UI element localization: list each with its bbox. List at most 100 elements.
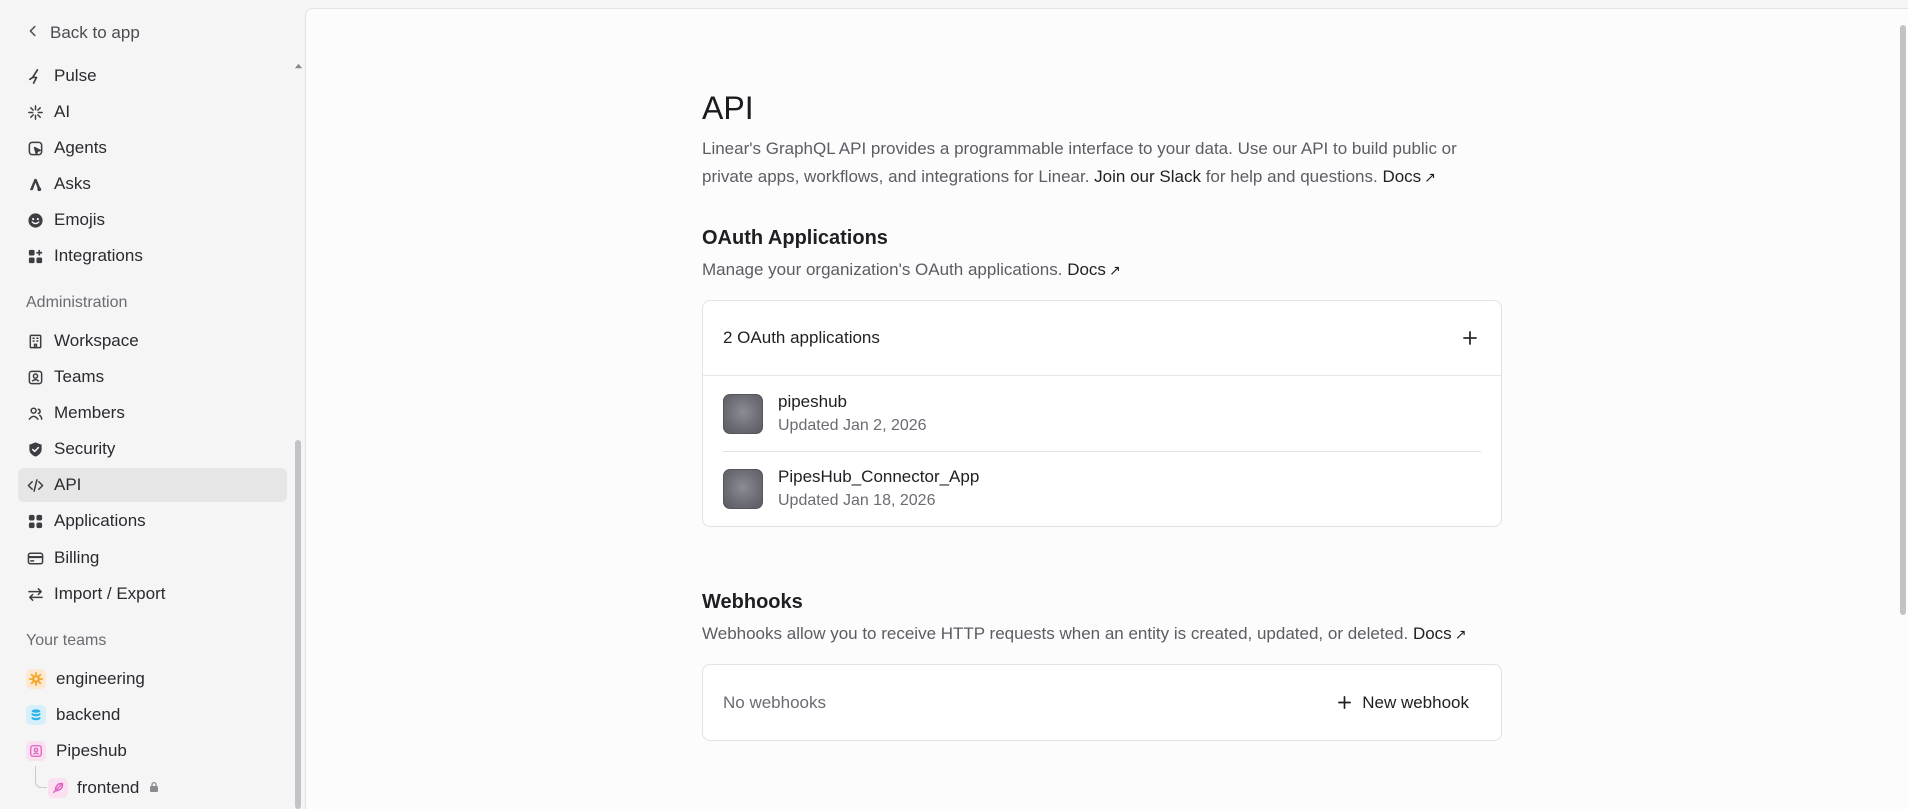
webhooks-card: No webhooks New webhook [702, 664, 1502, 741]
sidebar-item-label: Teams [54, 367, 105, 386]
team-label: engineering [56, 669, 145, 688]
team-item-pipeshub[interactable]: Pipeshub [18, 734, 287, 768]
oauth-apps-header: 2 OAuth applications [703, 301, 1501, 376]
add-oauth-app-button[interactable] [1459, 327, 1481, 349]
webhooks-description: Webhooks allow you to receive HTTP reque… [702, 624, 1467, 643]
webhooks-title: Webhooks [702, 591, 803, 613]
sidebar-item-import-export[interactable]: Import / Export [18, 577, 287, 611]
sidebar-item-label: AI [54, 102, 71, 121]
new-webhook-button[interactable]: New webhook [1325, 687, 1481, 719]
administration-heading: Administration [26, 294, 128, 311]
sidebar-item-label: Pulse [54, 66, 97, 85]
external-arrow-icon: ↗ [1108, 262, 1121, 278]
oauth-app-row[interactable]: PipesHub_Connector_App Updated Jan 18, 2… [723, 451, 1481, 526]
sidebar-item-billing[interactable]: Billing [18, 541, 287, 575]
sidebar-item-label: Members [54, 403, 125, 422]
sidebar-item-label: Security [54, 439, 116, 458]
settings-sidebar: Back to app Pulse AI Agents Asks Emojis … [0, 0, 305, 809]
sidebar-item-api[interactable]: API [18, 468, 287, 502]
oauth-title: OAuth Applications [702, 227, 888, 249]
emoji-icon [26, 211, 44, 229]
members-icon [26, 404, 44, 422]
docs-link[interactable]: Docs ↗ [1382, 167, 1435, 186]
app-updated: Updated Jan 2, 2026 [778, 416, 927, 434]
card-icon [26, 549, 44, 567]
oauth-apps-count: 2 OAuth applications [723, 328, 880, 347]
lock-icon [148, 778, 160, 798]
team-item-backend[interactable]: backend [18, 698, 287, 732]
external-arrow-icon: ↗ [1454, 626, 1467, 642]
code-icon [26, 476, 44, 494]
pulse-icon [26, 67, 44, 85]
chevron-left-icon [26, 23, 40, 43]
plus-icon [1338, 696, 1352, 709]
sidebar-item-applications[interactable]: Applications [18, 504, 287, 538]
shield-icon [26, 440, 44, 458]
your-teams-heading: Your teams [26, 632, 107, 649]
external-arrow-icon: ↗ [1424, 169, 1436, 185]
sidebar-item-label: Asks [54, 174, 91, 193]
sidebar-item-emojis[interactable]: Emojis [18, 203, 287, 237]
team-label: backend [56, 705, 121, 724]
building-icon [26, 332, 44, 350]
page-title: API [702, 90, 754, 126]
feather-icon [48, 778, 68, 798]
sidebar-item-agents[interactable]: Agents [18, 131, 287, 165]
oauth-section: OAuth Applications Manage your organizat… [702, 225, 1502, 527]
plus-icon [1463, 331, 1477, 345]
applications-icon [26, 512, 44, 530]
sidebar-item-workspace[interactable]: Workspace [18, 324, 287, 358]
page-description: Linear's GraphQL API provides a programm… [702, 135, 1502, 191]
team-item-frontend[interactable]: frontend [48, 771, 160, 805]
app-avatar [723, 393, 763, 434]
sidebar-item-ai[interactable]: AI [18, 95, 287, 129]
oauth-apps-card: 2 OAuth applications pipeshub Updated Ja… [702, 300, 1502, 527]
team-label: Pipeshub [56, 741, 127, 760]
team-label: frontend [77, 778, 140, 797]
team-item-engineering[interactable]: engineering [18, 662, 287, 696]
team-icon [26, 741, 46, 761]
sidebar-item-teams[interactable]: Teams [18, 360, 287, 394]
teams-icon [26, 368, 44, 386]
sidebar-item-security[interactable]: Security [18, 432, 287, 466]
oauth-docs-link[interactable]: Docs ↗ [1067, 260, 1120, 279]
oauth-app-row[interactable]: pipeshub Updated Jan 2, 2026 [723, 376, 1481, 451]
sidebar-item-label: Billing [54, 548, 100, 567]
gear-icon [26, 669, 46, 689]
join-slack-link[interactable]: Join our Slack [1094, 167, 1201, 186]
app-name: PipesHub_Connector_App [778, 467, 980, 486]
app-updated: Updated Jan 18, 2026 [778, 492, 936, 509]
back-to-app-link[interactable]: Back to app [26, 20, 140, 46]
sidebar-scrollbar[interactable] [295, 440, 301, 809]
sidebar-item-label: Emojis [54, 210, 106, 229]
sidebar-item-label: Workspace [54, 331, 139, 350]
main-content: API Linear's GraphQL API provides a prog… [305, 8, 1908, 809]
sidebar-item-label: Applications [54, 511, 146, 530]
api-settings-page: API Linear's GraphQL API provides a prog… [702, 89, 1502, 741]
database-icon [26, 705, 46, 725]
arrows-icon [26, 585, 44, 603]
sidebar-item-asks[interactable]: Asks [18, 167, 287, 201]
sparkle-icon [26, 103, 44, 121]
no-webhooks-label: No webhooks [723, 692, 827, 712]
back-to-app-label: Back to app [50, 23, 140, 42]
app-avatar [723, 469, 763, 509]
sidebar-item-members[interactable]: Members [18, 396, 287, 430]
webhooks-section: Webhooks Webhooks allow you to receive H… [702, 589, 1502, 741]
integrations-icon [26, 247, 44, 265]
sidebar-item-label: API [54, 475, 82, 494]
sidebar-item-label: Agents [54, 138, 107, 157]
tree-connector [35, 766, 47, 788]
sidebar-item-label: Import / Export [54, 584, 166, 603]
asks-icon [26, 175, 44, 193]
agents-icon [26, 139, 44, 157]
webhooks-docs-link[interactable]: Docs ↗ [1413, 624, 1466, 643]
app-name: pipeshub [778, 391, 848, 411]
app-window: Back to app Pulse AI Agents Asks Emojis … [0, 0, 1908, 809]
sidebar-item-label: Integrations [54, 246, 143, 265]
main-scrollbar[interactable] [1900, 25, 1906, 615]
sidebar-item-pulse[interactable]: Pulse [18, 59, 287, 93]
scroll-up-arrow-icon[interactable] [293, 60, 303, 70]
sidebar-item-integrations[interactable]: Integrations [18, 239, 287, 273]
oauth-description: Manage your organization's OAuth applica… [702, 260, 1121, 279]
